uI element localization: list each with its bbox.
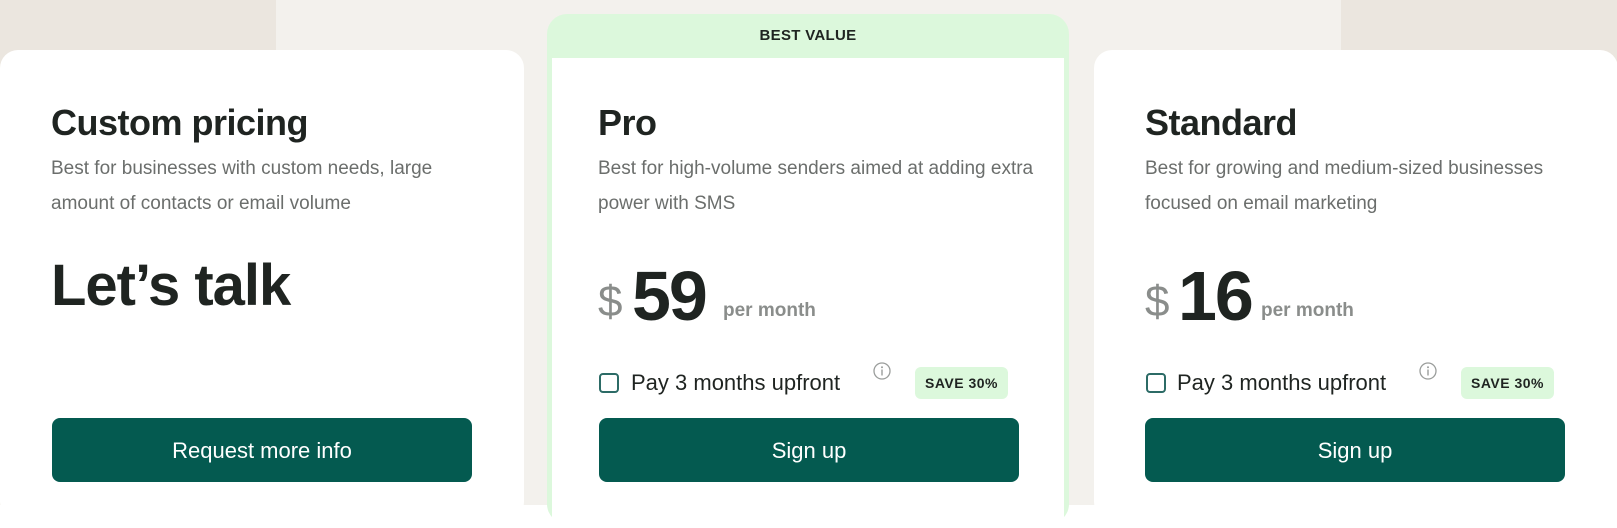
pay-upfront-checkbox-standard[interactable] [1146, 373, 1166, 393]
currency-symbol-standard: $ [1145, 277, 1170, 326]
best-value-badge: BEST VALUE [759, 27, 857, 44]
save-badge-pro: SAVE 30% [915, 367, 1008, 399]
plan-description-pro: Best for high-volume senders aimed at ad… [598, 158, 1034, 214]
price-period-pro: per month [723, 300, 816, 321]
currency-symbol-pro: $ [598, 277, 623, 326]
pay-upfront-checkbox-pro[interactable] [599, 373, 619, 393]
sign-up-button-standard[interactable]: Sign up [1145, 418, 1565, 482]
sign-up-button-pro[interactable]: Sign up [599, 418, 1019, 482]
price-custom: Let’s talk [51, 253, 291, 318]
info-icon[interactable] [1419, 362, 1437, 380]
info-icon[interactable] [873, 362, 891, 380]
plan-title-pro: Pro [598, 102, 657, 143]
request-more-info-button[interactable]: Request more info [52, 418, 472, 482]
price-amount-pro: 59 [632, 257, 708, 335]
pay-upfront-label-standard[interactable]: Pay 3 months upfront [1177, 370, 1386, 396]
price-period-standard: per month [1261, 300, 1354, 321]
plan-description-custom: Best for businesses with custom needs, l… [51, 158, 433, 214]
pay-upfront-label-pro[interactable]: Pay 3 months upfront [631, 370, 840, 396]
save-badge-standard: SAVE 30% [1461, 367, 1554, 399]
plan-title-standard: Standard [1145, 102, 1298, 143]
plan-description-standard: Best for growing and medium-sized busine… [1145, 158, 1544, 214]
plan-title-custom: Custom pricing [51, 102, 309, 143]
price-amount-standard: 16 [1178, 257, 1254, 335]
